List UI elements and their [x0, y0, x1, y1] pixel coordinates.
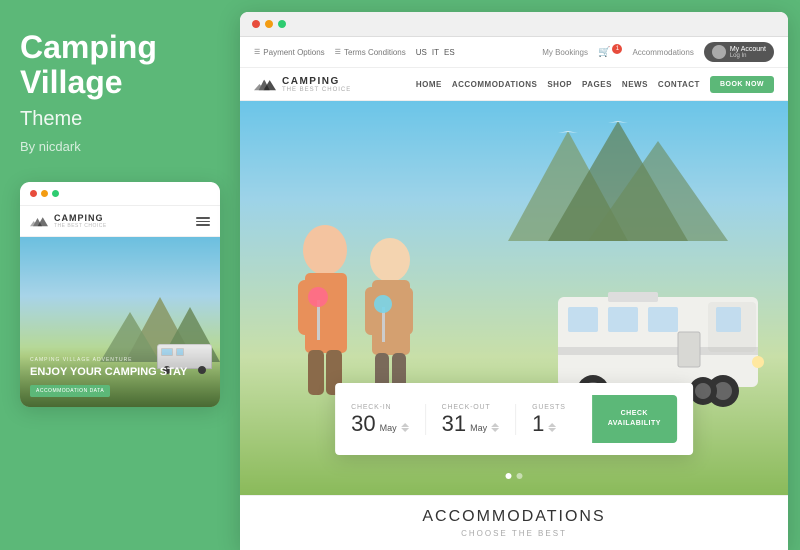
- mobile-logo-block: CAMPING THE BEST CHOICE: [54, 213, 107, 229]
- site-logo[interactable]: CAMPING THE BEST CHOICE: [254, 75, 351, 93]
- mobile-hamburger-icon[interactable]: [196, 217, 210, 226]
- slide-dot-2[interactable]: [517, 473, 523, 479]
- mobile-logo-name: CAMPING: [54, 213, 107, 223]
- logo-name: CAMPING: [282, 76, 351, 87]
- guests-down-arrow[interactable]: [548, 428, 556, 432]
- slide-dot-1[interactable]: [506, 473, 512, 479]
- mobile-hero-tag: CAMPING VILLAGE ADVENTURE: [30, 357, 210, 363]
- accommodations-section: ACCOMMODATIONS CHOOSE THE BEST: [240, 495, 788, 550]
- booking-widget: CHECK-IN 30 May CHECK-OUT 31 May: [335, 383, 693, 455]
- mobile-browser-dots: [20, 182, 220, 206]
- nav-home[interactable]: HOME: [416, 80, 442, 89]
- theme-subtitle: Theme: [20, 108, 82, 131]
- guests-field[interactable]: GUESTS 1: [516, 404, 582, 435]
- mobile-hero-overlay: CAMPING VILLAGE ADVENTURE ENJOY YOUR CAM…: [20, 347, 220, 407]
- lang-it[interactable]: IT: [432, 48, 439, 57]
- nav-contact[interactable]: CONTACT: [658, 80, 700, 89]
- mobile-logo-icon: [30, 212, 48, 230]
- lang-us[interactable]: US: [416, 48, 427, 57]
- browser-dot-yellow: [265, 20, 273, 28]
- guests-label: GUESTS: [532, 404, 566, 411]
- check-btn-line1: CHECK: [621, 410, 648, 417]
- checkin-field[interactable]: CHECK-IN 30 May: [351, 404, 426, 435]
- checkout-month: May: [470, 423, 487, 433]
- lang-es[interactable]: ES: [444, 48, 455, 57]
- mobile-logo-tagline: THE BEST CHOICE: [54, 223, 107, 229]
- browser-window: ☰ Payment Options ☰ Terms Conditions US …: [240, 12, 788, 550]
- left-panel: Camping Village Theme By nicdark CAMPING…: [0, 0, 240, 550]
- accommodations-subtitle: CHOOSE THE BEST: [252, 529, 776, 538]
- browser-dot-red: [252, 20, 260, 28]
- guests-count: 1: [532, 413, 544, 435]
- nav-news[interactable]: NEWS: [622, 80, 648, 89]
- checkout-value: 31 May: [442, 413, 500, 435]
- accommodations-title: ACCOMMODATIONS: [252, 508, 776, 526]
- checkout-up-arrow[interactable]: [491, 423, 499, 427]
- book-now-button[interactable]: BOOK NOW: [710, 76, 774, 93]
- slide-dots: [506, 473, 523, 479]
- hero-area: CHECK-IN 30 May CHECK-OUT 31 May: [240, 101, 788, 495]
- hero-mountain-svg: [508, 111, 728, 271]
- cart-badge: 1: [612, 44, 622, 54]
- logo-text: CAMPING THE BEST CHOICE: [282, 76, 351, 93]
- logo-mountain-icon: [254, 75, 276, 93]
- logo-tagline: THE BEST CHOICE: [282, 87, 351, 93]
- checkout-field[interactable]: CHECK-OUT 31 May: [426, 404, 517, 435]
- checkin-day: 30: [351, 413, 375, 435]
- guests-up-arrow[interactable]: [548, 423, 556, 427]
- checkin-arrows[interactable]: [401, 423, 409, 432]
- guests-value: 1: [532, 413, 566, 435]
- my-account-label: My Account: [730, 46, 766, 53]
- accommodations-link[interactable]: Accommodations: [632, 48, 693, 57]
- payment-options-label: Payment Options: [263, 48, 324, 57]
- mobile-preview-card: CAMPING THE BEST CHOICE: [20, 182, 220, 407]
- cart-area[interactable]: 🛒 1: [598, 47, 622, 58]
- mobile-dot-red: [30, 190, 37, 197]
- guests-arrows[interactable]: [548, 423, 556, 432]
- theme-author: By nicdark: [20, 139, 81, 154]
- mobile-hero-image: CAMPING VILLAGE ADVENTURE ENJOY YOUR CAM…: [20, 237, 220, 407]
- mobile-nav: CAMPING THE BEST CHOICE: [20, 206, 220, 237]
- checkout-label: CHECK-OUT: [442, 404, 500, 411]
- mobile-hero-cta[interactable]: ACCOMMODATION DATA: [30, 385, 110, 397]
- mobile-dot-yellow: [41, 190, 48, 197]
- mobile-dot-green: [52, 190, 59, 197]
- site-menu: HOME ACCOMMODATIONS SHOP PAGES NEWS CONT…: [416, 76, 774, 93]
- account-button[interactable]: My Account Log In: [704, 42, 774, 62]
- checkin-month: May: [380, 423, 397, 433]
- language-selector: US IT ES: [416, 48, 455, 57]
- topbar-right: My Bookings 🛒 1 Accommodations My Accoun…: [542, 42, 774, 62]
- nav-pages[interactable]: PAGES: [582, 80, 612, 89]
- payment-options-link[interactable]: ☰ Payment Options: [254, 48, 325, 57]
- topbar-left: ☰ Payment Options ☰ Terms Conditions US …: [254, 48, 455, 57]
- check-availability-button[interactable]: CHECK AVAILABILITY: [592, 395, 677, 443]
- my-bookings-link[interactable]: My Bookings: [542, 48, 588, 57]
- checkin-label: CHECK-IN: [351, 404, 409, 411]
- browser-dot-green: [278, 20, 286, 28]
- checkin-up-arrow[interactable]: [401, 423, 409, 427]
- account-avatar: [712, 45, 726, 59]
- mobile-hero-title: ENJOY YOUR CAMPING STAY: [30, 366, 210, 379]
- account-block: My Account Log In: [730, 46, 766, 59]
- theme-title: Camping Village: [20, 30, 220, 100]
- terms-conditions-link[interactable]: ☰ Terms Conditions: [335, 48, 406, 57]
- nav-accommodations[interactable]: ACCOMMODATIONS: [452, 80, 538, 89]
- site-topbar: ☰ Payment Options ☰ Terms Conditions US …: [240, 37, 788, 68]
- site-nav: CAMPING THE BEST CHOICE HOME ACCOMMODATI…: [240, 68, 788, 101]
- nav-shop[interactable]: SHOP: [547, 80, 572, 89]
- check-btn-line2: AVAILABILITY: [608, 420, 661, 427]
- browser-chrome: [240, 12, 788, 37]
- checkin-value: 30 May: [351, 413, 409, 435]
- checkout-down-arrow[interactable]: [491, 428, 499, 432]
- login-label: Log In: [730, 53, 766, 59]
- terms-conditions-label: Terms Conditions: [344, 48, 406, 57]
- checkout-arrows[interactable]: [491, 423, 499, 432]
- checkout-day: 31: [442, 413, 466, 435]
- checkin-down-arrow[interactable]: [401, 428, 409, 432]
